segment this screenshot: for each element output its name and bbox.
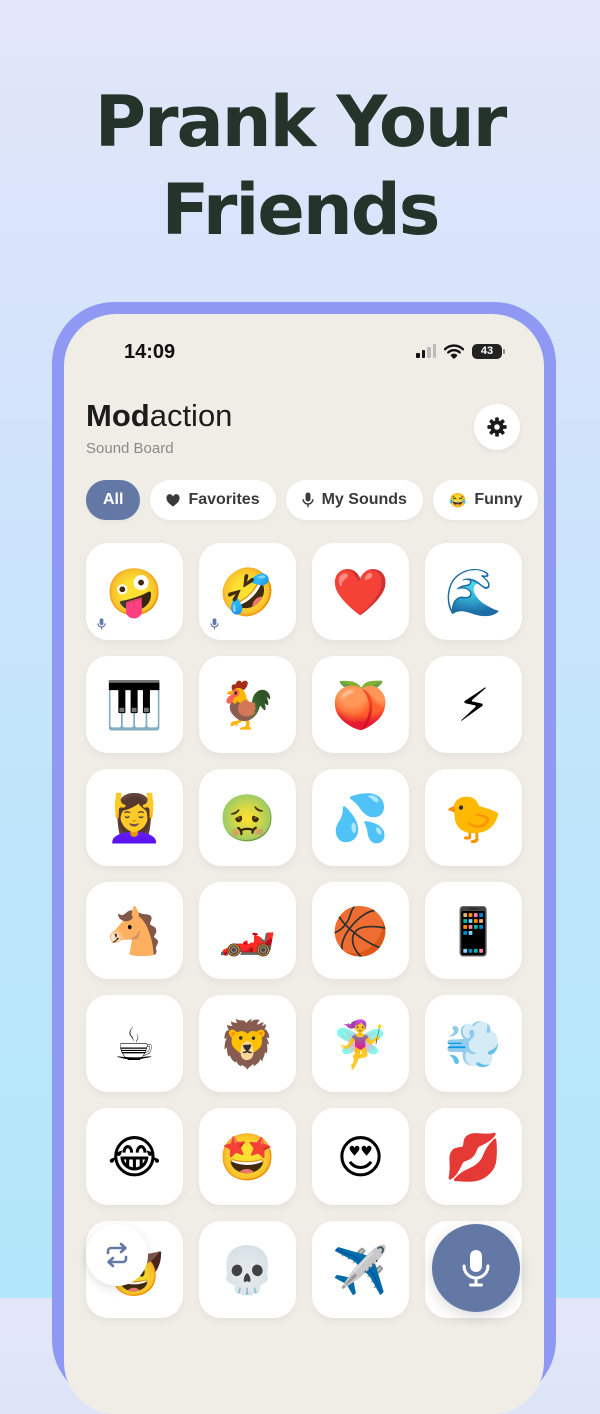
sound-tile[interactable]: 🤪: [86, 543, 183, 640]
sound-emoji: 🧚‍♀️: [331, 1016, 390, 1071]
sound-emoji: 😂: [107, 1129, 162, 1184]
app-title-bold: Mod: [86, 398, 150, 433]
heart-icon: [166, 493, 181, 506]
sound-emoji: ☕: [113, 1016, 156, 1071]
sound-tile[interactable]: 🤩: [199, 1108, 296, 1205]
sound-tile[interactable]: 🦁: [199, 995, 296, 1092]
tab-all-label: All: [103, 491, 124, 508]
sound-emoji: 🏀: [331, 903, 390, 958]
status-time: 14:09: [124, 341, 176, 363]
sound-emoji: ✈️: [331, 1242, 390, 1297]
category-tabs: All Favorites My Sounds 😂 Funny: [86, 480, 539, 520]
sound-tile[interactable]: 🍑: [312, 656, 409, 753]
sound-tile[interactable]: 🐤: [425, 769, 522, 866]
sound-emoji: 🦁: [218, 1016, 277, 1071]
tab-favorites[interactable]: Favorites: [150, 480, 276, 520]
sound-emoji: 🐤: [444, 790, 503, 845]
sound-emoji: 🤢: [218, 790, 277, 845]
app-title-rest: action: [149, 398, 233, 433]
sound-emoji: 💨: [444, 1016, 503, 1071]
headline-line-2: Friends: [161, 169, 441, 251]
sound-emoji: 🏎️: [218, 903, 277, 958]
sound-tile[interactable]: ☕: [86, 995, 183, 1092]
sound-tile[interactable]: ❤️: [312, 543, 409, 640]
sound-tile[interactable]: 😍: [312, 1108, 409, 1205]
sound-emoji: 💋: [444, 1129, 503, 1184]
sound-emoji: 💀: [218, 1242, 277, 1297]
sound-emoji: 📱: [444, 903, 503, 958]
record-button[interactable]: [432, 1224, 520, 1312]
laughing-emoji-icon: 😂: [448, 491, 467, 508]
sound-tile[interactable]: ✈️: [312, 1221, 409, 1318]
sound-emoji: 🌊: [444, 564, 503, 619]
tab-my-sounds-label: My Sounds: [321, 491, 407, 508]
sound-emoji: 🐴: [105, 903, 164, 958]
sound-tile[interactable]: 💋: [425, 1108, 522, 1205]
sound-emoji: 🎹: [105, 677, 164, 732]
sound-tile[interactable]: 🏀: [312, 882, 409, 979]
battery-icon: 43: [472, 343, 505, 359]
sound-tile[interactable]: 📱: [425, 882, 522, 979]
tab-funny-label: Funny: [474, 491, 523, 508]
sound-tile[interactable]: 💨: [425, 995, 522, 1092]
shuffle-icon: [106, 1242, 128, 1268]
phone-screen: 14:09 43 Modaction Sound Board All Favor…: [64, 314, 544, 1414]
app-subtitle: Sound Board: [86, 440, 174, 457]
gear-icon: [487, 417, 507, 437]
sound-tile[interactable]: 🌊: [425, 543, 522, 640]
sound-tile[interactable]: 💦: [312, 769, 409, 866]
sound-emoji: 💦: [331, 790, 390, 845]
status-icons: 43: [416, 342, 505, 360]
sound-emoji: ⚡: [457, 677, 490, 732]
tab-all[interactable]: All: [86, 480, 141, 520]
sound-tile[interactable]: 💀: [199, 1221, 296, 1318]
sound-emoji: 💆‍♀️: [105, 790, 164, 845]
sound-tile[interactable]: 🎹: [86, 656, 183, 753]
sound-tile[interactable]: 🏎️: [199, 882, 296, 979]
app-title: Modaction: [86, 398, 232, 434]
sound-tile[interactable]: 🤢: [199, 769, 296, 866]
settings-button[interactable]: [474, 404, 520, 450]
shuffle-button[interactable]: [86, 1224, 148, 1286]
sound-emoji: 😍: [336, 1129, 385, 1184]
cellular-signal-icon: [416, 344, 436, 358]
wifi-icon: [444, 343, 464, 359]
recorded-mic-icon: [97, 618, 106, 630]
tab-favorites-label: Favorites: [188, 491, 260, 508]
sound-emoji: 🤣: [218, 564, 277, 619]
sound-emoji: 🤩: [218, 1129, 277, 1184]
sound-tile[interactable]: 😂: [86, 1108, 183, 1205]
mic-icon: [462, 1250, 490, 1287]
sound-tile[interactable]: 💆‍♀️: [86, 769, 183, 866]
sound-grid: 🤪🤣❤️🌊🎹🐓🍑⚡💆‍♀️🤢💦🐤🐴🏎️🏀📱☕🦁🧚‍♀️💨😂🤩😍💋🤠💀✈️: [86, 543, 522, 1318]
sound-tile[interactable]: 🧚‍♀️: [312, 995, 409, 1092]
tab-funny[interactable]: 😂 Funny: [432, 480, 539, 520]
sound-tile[interactable]: 🐴: [86, 882, 183, 979]
sound-tile[interactable]: ⚡: [425, 656, 522, 753]
sound-tile[interactable]: 🐓: [199, 656, 296, 753]
headline: Prank Your Friends: [0, 78, 600, 254]
tab-my-sounds[interactable]: My Sounds: [285, 480, 423, 520]
sound-emoji: 🍑: [331, 677, 390, 732]
sound-emoji: ❤️: [331, 564, 390, 619]
sound-tile[interactable]: 🤣: [199, 543, 296, 640]
sound-emoji: 🐓: [218, 677, 277, 732]
sound-emoji: 🤪: [105, 564, 164, 619]
recorded-mic-icon: [210, 618, 219, 630]
headline-line-1: Prank Your: [94, 81, 508, 163]
mic-icon: [302, 492, 314, 508]
